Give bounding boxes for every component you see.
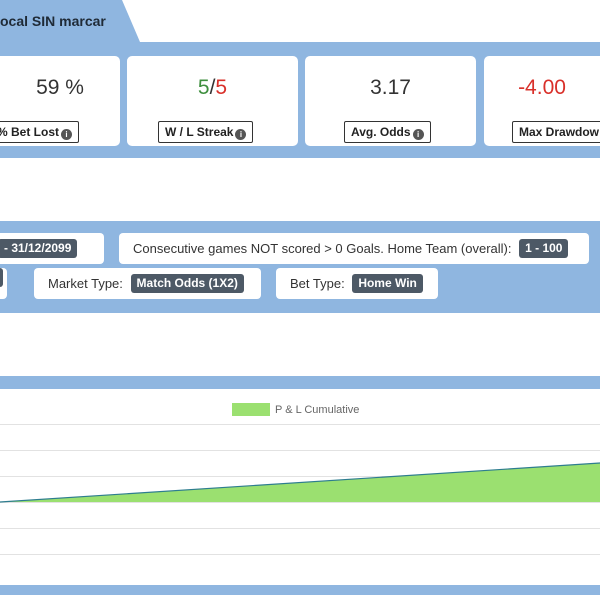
legend-swatch[interactable] (232, 403, 270, 416)
stat-card-wl-streak: 5/5 W / L Streak i (127, 56, 298, 146)
legend-label[interactable]: P & L Cumulative (275, 404, 359, 416)
stat-value-wl-streak: 5/5 (127, 76, 298, 100)
filters-panel: - 31/12/2099 Consecutive games NOT score… (0, 221, 600, 313)
stat-label-wl-streak[interactable]: W / L Streak i (158, 121, 254, 143)
stat-card-bet-lost: 59 % % Bet Lost i (0, 56, 120, 146)
bet-type-tag: Home Win (352, 274, 423, 293)
market-type-label: Market Type: (48, 276, 123, 291)
filter-partial[interactable] (0, 268, 7, 299)
date-range-tag: - 31/12/2099 (0, 239, 78, 258)
stat-card-avg-odds: 3.17 Avg. Odds i (305, 56, 476, 146)
stat-label-text: W / L Streak (165, 125, 234, 139)
filter-bet-type[interactable]: Bet Type: Home Win (276, 268, 438, 299)
info-icon[interactable]: i (412, 129, 424, 140)
bet-type-label: Bet Type: (290, 276, 345, 291)
stat-label-text: Max Drawdow (519, 125, 600, 139)
stat-card-max-drawdown: -4.00 Max Drawdow (484, 56, 600, 146)
stat-label-text: % Bet Lost (0, 125, 60, 139)
consecutive-label: Consecutive games NOT scored > 0 Goals. … (133, 241, 512, 256)
stat-value-bet-lost: 59 % (36, 76, 84, 99)
consecutive-value-tag: 1 - 100 (519, 239, 569, 258)
stat-label-max-drawdown[interactable]: Max Drawdow (512, 121, 600, 143)
pl-chart: P & L Cumulative (0, 403, 600, 555)
market-type-tag: Match Odds (1X2) (130, 274, 244, 293)
filter-consecutive-games[interactable]: Consecutive games NOT scored > 0 Goals. … (119, 233, 589, 264)
win-streak-value: 5 (197, 76, 210, 99)
partial-tag (0, 268, 3, 287)
stat-label-text: Avg. Odds (351, 125, 411, 139)
stat-value-max-drawdown: -4.00 (518, 76, 566, 99)
stats-panel: 59 % % Bet Lost i 5/5 W / L Streak i 3.17 … (0, 45, 600, 158)
stat-label-avg-odds[interactable]: Avg. Odds i (344, 121, 431, 143)
chart-footer-bar (0, 585, 600, 595)
chart-header-bar (0, 376, 600, 389)
stat-value-avg-odds: 3.17 (370, 76, 411, 99)
loss-streak-value: 5 (215, 76, 228, 99)
page-tab[interactable]: ocal SIN marcar (0, 0, 140, 42)
page-title: ocal SIN marcar (0, 13, 106, 29)
info-icon[interactable]: i (235, 129, 247, 140)
stat-label-bet-lost[interactable]: % Bet Lost i (0, 121, 80, 143)
filter-date-range[interactable]: - 31/12/2099 (0, 233, 104, 264)
filter-market-type[interactable]: Market Type: Match Odds (1X2) (34, 268, 261, 299)
info-icon[interactable]: i (61, 129, 73, 140)
